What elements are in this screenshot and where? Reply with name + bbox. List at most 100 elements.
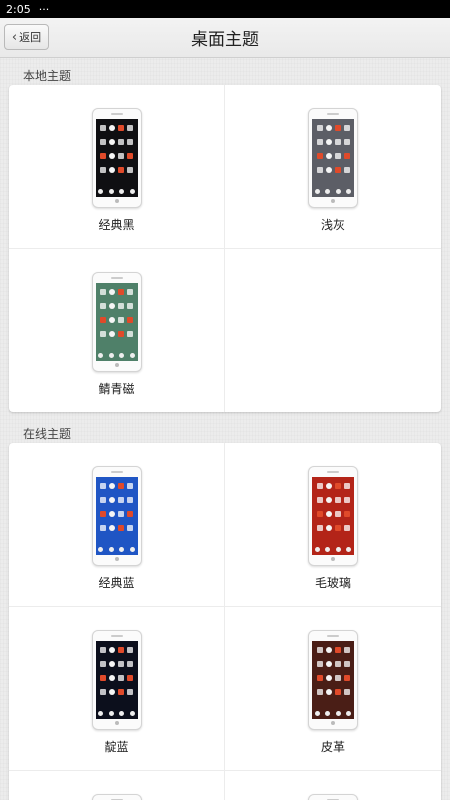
app-icon-thumbnail — [334, 525, 341, 531]
app-icon-thumbnail — [316, 525, 323, 531]
dock-icon-thumbnail — [325, 188, 331, 194]
theme-item[interactable]: 经典蓝 — [9, 443, 225, 607]
app-icon-thumbnail — [118, 689, 124, 695]
theme-preview-phone — [91, 272, 142, 372]
theme-item[interactable]: 靛蓝 — [9, 607, 225, 771]
app-icon-thumbnail — [100, 303, 106, 309]
dock-icon-thumbnail — [129, 546, 135, 552]
app-icon-thumbnail — [343, 511, 350, 517]
app-icon-thumbnail — [343, 525, 350, 531]
app-icon-thumbnail — [100, 139, 106, 145]
app-icon-thumbnail — [109, 289, 115, 295]
dock-icon-thumbnail — [119, 352, 125, 358]
app-icon-thumbnail — [343, 153, 350, 159]
app-icon-thumbnail — [127, 661, 133, 667]
theme-name: 皮革 — [320, 740, 345, 754]
dock-icon-thumbnail — [108, 352, 114, 358]
theme-name: 鲭青磁 — [98, 382, 135, 396]
local-themes-card: 经典黑 浅灰 鲭青磁 — [9, 85, 441, 412]
dock-icon-thumbnail — [119, 188, 125, 194]
theme-item[interactable]: 鲭青磁 — [9, 249, 225, 412]
dock-icon-thumbnail — [335, 546, 341, 552]
app-icon-thumbnail — [118, 289, 124, 295]
app-icon-thumbnail — [343, 647, 350, 653]
dock-row — [96, 707, 138, 719]
app-icon-thumbnail — [109, 125, 115, 131]
app-icon-thumbnail — [118, 303, 124, 309]
app-icon-thumbnail — [325, 525, 332, 531]
app-icon-thumbnail — [127, 153, 133, 159]
theme-item[interactable]: 皮革 — [225, 607, 441, 771]
dock-icon-thumbnail — [129, 188, 135, 194]
app-icon-thumbnail — [334, 511, 341, 517]
theme-name: 靛蓝 — [104, 740, 129, 754]
back-button[interactable]: ‹ 返回 — [4, 24, 49, 50]
status-time: 2:05 — [6, 2, 31, 16]
app-icon-thumbnail — [100, 511, 106, 517]
app-icon-thumbnail — [118, 647, 124, 653]
app-icon-thumbnail — [316, 167, 323, 173]
theme-preview-phone — [308, 108, 358, 208]
app-icon-thumbnail — [109, 689, 115, 695]
app-icon-thumbnail — [343, 139, 350, 145]
app-icon-thumbnail — [325, 661, 332, 667]
theme-name: 毛玻璃 — [314, 576, 351, 590]
app-icon-thumbnail — [127, 675, 133, 681]
dock-icon-thumbnail — [129, 352, 135, 358]
app-icon-thumbnail — [325, 483, 332, 489]
app-icon-thumbnail — [109, 525, 115, 531]
app-icon-thumbnail — [118, 525, 124, 531]
app-icon-thumbnail — [127, 303, 133, 309]
app-icon-thumbnail — [334, 675, 341, 681]
dock-icon-thumbnail — [346, 546, 352, 552]
app-icon-thumbnail — [325, 125, 332, 131]
app-icon-thumbnail — [109, 675, 115, 681]
app-icon-thumbnail — [127, 525, 133, 531]
dock-icon-thumbnail — [314, 546, 320, 552]
app-icon-thumbnail — [316, 661, 323, 667]
dock-icon-thumbnail — [335, 710, 341, 716]
dock-icon-thumbnail — [129, 710, 135, 716]
app-icon-thumbnail — [127, 689, 133, 695]
app-icon-thumbnail — [109, 497, 115, 503]
dock-row — [312, 707, 354, 719]
app-icon-thumbnail — [118, 153, 124, 159]
theme-item-partial[interactable] — [225, 771, 441, 800]
app-icon-thumbnail — [100, 153, 106, 159]
app-icon-thumbnail — [316, 139, 323, 145]
status-more-indicator: ··· — [38, 2, 50, 16]
dock-icon-thumbnail — [314, 188, 320, 194]
theme-item[interactable]: 浅灰 — [225, 85, 441, 249]
dock-icon-thumbnail — [98, 546, 104, 552]
dock-icon-thumbnail — [108, 546, 114, 552]
app-icon-thumbnail — [127, 167, 133, 173]
app-icon-thumbnail — [100, 661, 106, 667]
dock-row — [312, 543, 354, 555]
app-icon-thumbnail — [343, 125, 350, 131]
app-icon-thumbnail — [109, 317, 115, 323]
app-icon-thumbnail — [343, 483, 350, 489]
app-icon-thumbnail — [118, 511, 124, 517]
dock-icon-thumbnail — [98, 188, 104, 194]
section-label-local: 本地主题 — [23, 69, 72, 83]
theme-item[interactable]: 毛玻璃 — [225, 443, 441, 607]
app-icon-thumbnail — [316, 647, 323, 653]
app-icon-thumbnail — [118, 483, 124, 489]
app-icon-thumbnail — [118, 675, 124, 681]
app-icon-thumbnail — [118, 331, 124, 337]
app-icon-thumbnail — [109, 153, 115, 159]
app-icon-thumbnail — [334, 689, 341, 695]
app-icon-thumbnail — [100, 331, 106, 337]
dock-icon-thumbnail — [325, 546, 331, 552]
dock-row — [96, 543, 138, 555]
theme-preview-phone — [91, 108, 142, 208]
app-icon-thumbnail — [127, 317, 133, 323]
theme-preview-phone — [308, 466, 358, 566]
theme-item-partial[interactable] — [9, 771, 225, 800]
app-icon-thumbnail — [127, 125, 133, 131]
theme-item[interactable]: 经典黑 — [9, 85, 225, 249]
dock-icon-thumbnail — [346, 188, 352, 194]
app-icon-thumbnail — [100, 289, 106, 295]
theme-preview-phone — [308, 794, 358, 800]
app-icon-thumbnail — [100, 483, 106, 489]
